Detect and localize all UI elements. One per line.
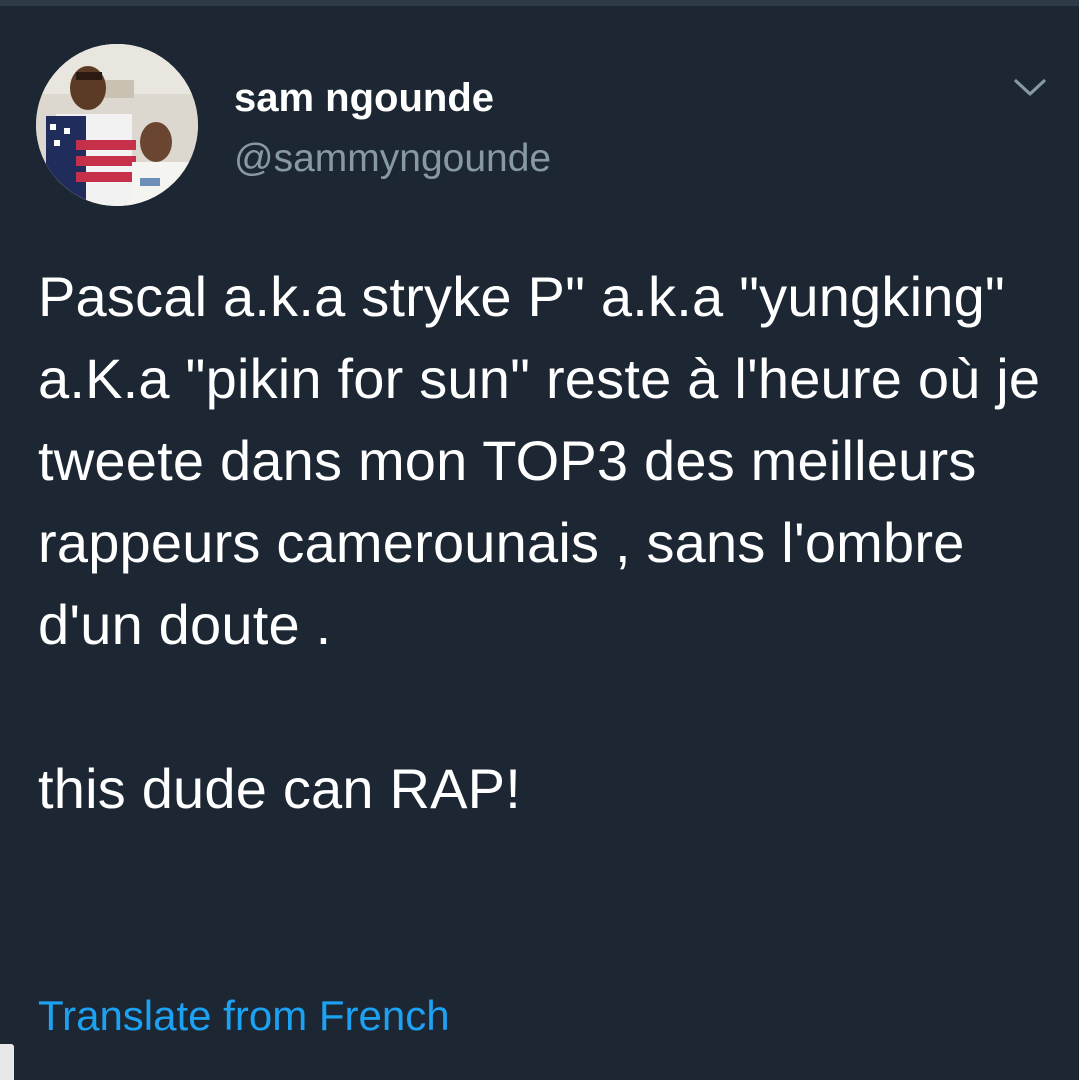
translate-link[interactable]: Translate from French <box>38 990 450 1042</box>
chevron-down-icon[interactable] <box>1010 72 1050 102</box>
user-handle[interactable]: @sammyngounde <box>234 136 551 182</box>
tweet-text: Pascal a.k.a stryke P" a.k.a "yungking" … <box>38 265 1041 820</box>
avatar-photo <box>36 44 198 206</box>
tweet-card: sam ngounde @sammyngounde Pascal a.k.a s… <box>0 0 1079 1080</box>
avatar[interactable] <box>36 44 198 206</box>
user-name[interactable]: sam ngounde <box>234 74 494 122</box>
edge-handle <box>0 1044 14 1080</box>
